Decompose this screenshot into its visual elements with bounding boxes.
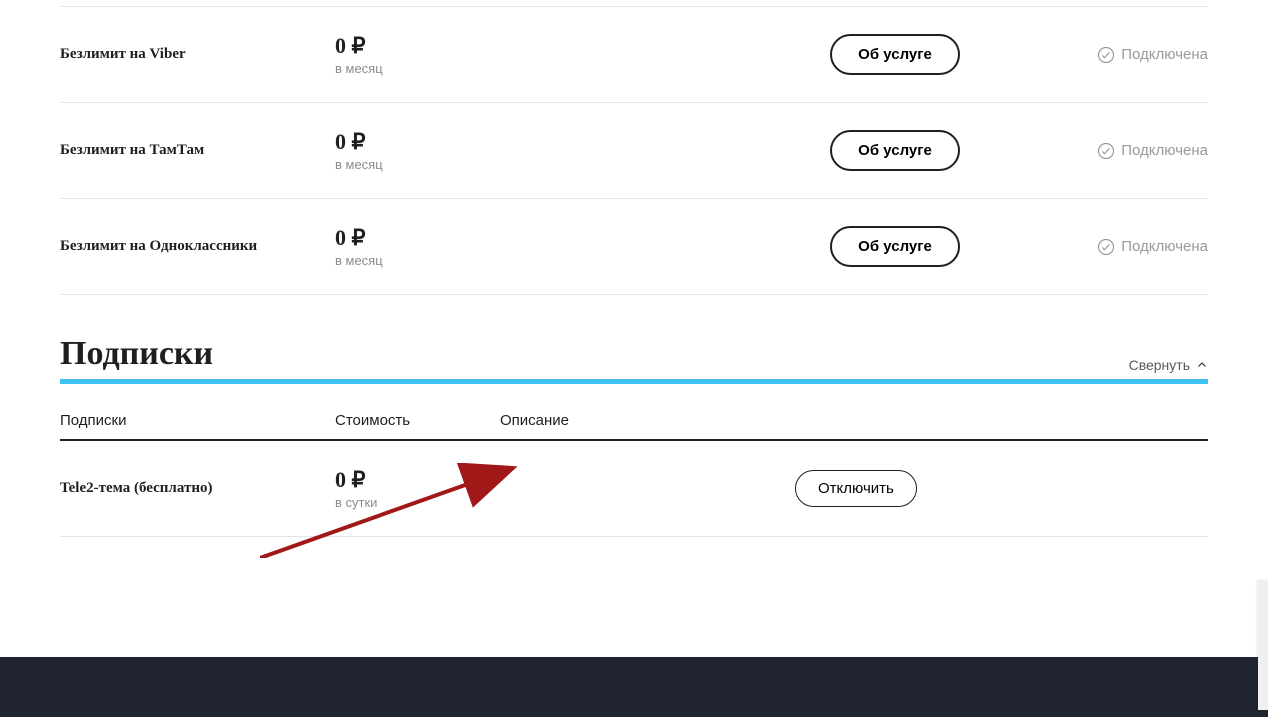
subscription-name: Tele2-тема (бесплатно) xyxy=(60,480,335,497)
disable-button[interactable]: Отключить xyxy=(795,470,917,507)
status-badge: Подключена xyxy=(975,142,1208,160)
price-value: 0 ₽ xyxy=(335,33,815,59)
scrollbar-edge xyxy=(1258,580,1268,710)
service-price-block: 0 ₽ в месяц xyxy=(335,225,815,268)
price-period: в месяц xyxy=(335,253,815,268)
subscription-price-block: 0 ₽ в сутки xyxy=(335,467,795,510)
price-period: в месяц xyxy=(335,157,815,172)
col-header-cost: Стоимость xyxy=(335,412,500,429)
service-row: Безлимит на ТамТам 0 ₽ в месяц Об услуге… xyxy=(60,103,1208,199)
check-circle-icon xyxy=(1097,46,1115,64)
status-text: Подключена xyxy=(1121,238,1208,255)
subscriptions-columns: Подписки Стоимость Описание xyxy=(60,384,1208,441)
price-value: 0 ₽ xyxy=(335,129,815,155)
check-circle-icon xyxy=(1097,142,1115,160)
status-badge: Подключена xyxy=(975,46,1208,64)
page-footer xyxy=(0,657,1268,717)
service-price-block: 0 ₽ в месяц xyxy=(335,129,815,172)
price-value: 0 ₽ xyxy=(335,225,815,251)
col-header-desc: Описание xyxy=(500,412,1208,429)
col-header-name: Подписки xyxy=(60,412,335,429)
about-service-button[interactable]: Об услуге xyxy=(830,34,960,75)
status-text: Подключена xyxy=(1121,46,1208,63)
collapse-toggle[interactable]: Свернуть xyxy=(1129,357,1208,373)
check-circle-icon xyxy=(1097,238,1115,256)
service-price-block: 0 ₽ в месяц xyxy=(335,33,815,76)
section-title: Подписки xyxy=(60,335,213,373)
chevron-up-icon xyxy=(1196,359,1208,371)
price-period: в месяц xyxy=(335,61,815,76)
service-name: Безлимит на Viber xyxy=(60,46,335,63)
subscription-row: Tele2-тема (бесплатно) 0 ₽ в сутки Отклю… xyxy=(60,441,1208,537)
service-name: Безлимит на ТамТам xyxy=(60,142,335,159)
status-text: Подключена xyxy=(1121,142,1208,159)
subscriptions-header: Подписки Свернуть xyxy=(60,335,1208,373)
service-row: Безлимит на Одноклассники 0 ₽ в месяц Об… xyxy=(60,199,1208,295)
price-period: в сутки xyxy=(335,495,795,510)
status-badge: Подключена xyxy=(975,238,1208,256)
about-service-button[interactable]: Об услуге xyxy=(830,130,960,171)
about-service-button[interactable]: Об услуге xyxy=(830,226,960,267)
price-value: 0 ₽ xyxy=(335,467,795,493)
service-name: Безлимит на Одноклассники xyxy=(60,238,335,255)
service-row: Безлимит на Viber 0 ₽ в месяц Об услуге … xyxy=(60,6,1208,103)
collapse-label: Свернуть xyxy=(1129,357,1190,373)
